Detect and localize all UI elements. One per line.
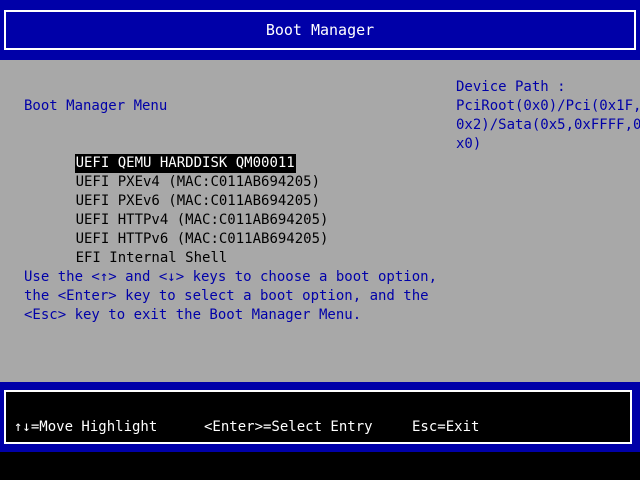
help-line: the <Enter> key to select a boot option,… (24, 288, 429, 304)
boot-option-label: UEFI HTTPv4 (MAC:C011AB694205) (75, 212, 329, 228)
boot-option-label: UEFI PXEv4 (MAC:C011AB694205) (75, 174, 321, 190)
hint-move-label: =Move Highlight (30, 419, 158, 435)
device-path-value: x0) (456, 136, 482, 152)
up-down-arrow-icon: ↑↓ (14, 419, 31, 435)
boot-option-label: UEFI PXEv6 (MAC:C011AB694205) (75, 193, 321, 209)
device-path-panel: Device Path : PciRoot(0x0)/Pci(0x1F, 0x2… (456, 78, 640, 154)
device-path-value: 0x2)/Sata(0x5,0xFFFF,0 (456, 117, 640, 133)
device-path-value: PciRoot(0x0)/Pci(0x1F, (456, 98, 640, 114)
header-bar: Boot Manager (0, 0, 640, 60)
help-line: Use the <↑> and <↓> keys to choose a boo… (24, 269, 438, 285)
page-title: Boot Manager (4, 10, 636, 50)
footer-bar: ↑↓=Move Highlight <Enter>=Select Entry E… (0, 382, 640, 452)
help-text: Use the <↑> and <↓> keys to choose a boo… (24, 268, 437, 325)
boot-option-label: UEFI QEMU HARDDISK QM00011 (74, 154, 296, 173)
boot-option-list: UEFI QEMU HARDDISK QM00011 UEFI PXEv4 (M… (24, 135, 329, 266)
hint-move-highlight: ↑↓=Move Highlight (14, 418, 157, 437)
hint-select-entry: <Enter>=Select Entry (204, 419, 373, 435)
device-path-label: Device Path : (456, 79, 566, 95)
menu-title: Boot Manager Menu (24, 98, 168, 114)
boot-option-qemu-harddisk[interactable]: UEFI QEMU HARDDISK QM00011 (24, 135, 329, 173)
boot-option-label: EFI Internal Shell (75, 250, 228, 266)
help-line: <Esc> key to exit the Boot Manager Menu. (24, 307, 362, 323)
hint-exit: Esc=Exit (412, 419, 480, 435)
boot-option-label: UEFI HTTPv6 (MAC:C011AB694205) (75, 231, 329, 247)
main-panel: Boot Manager Menu UEFI QEMU HARDDISK QM0… (0, 60, 640, 382)
